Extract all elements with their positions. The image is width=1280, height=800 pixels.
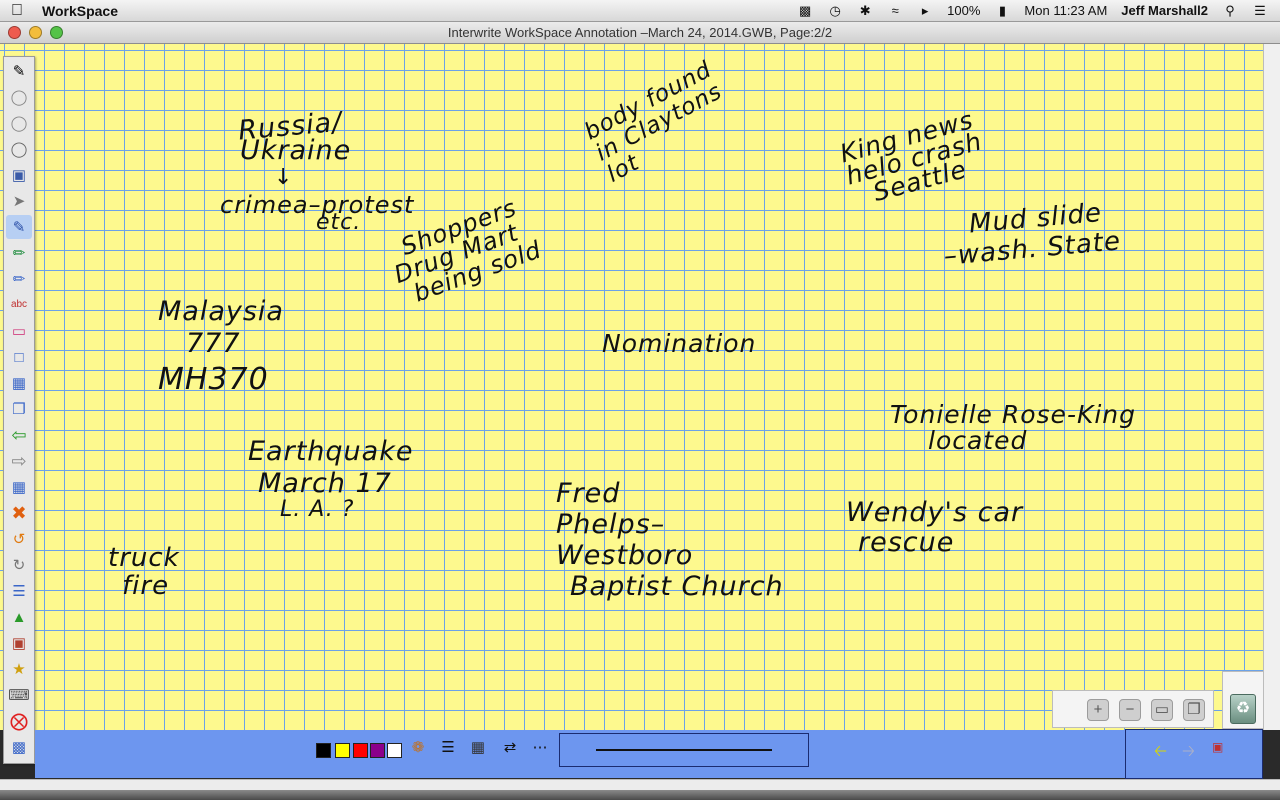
color-swatch-black[interactable] <box>316 743 331 758</box>
previous-page-arrow-icon[interactable]: 🡠 <box>1154 740 1167 767</box>
copy-page-icon[interactable]: ❐ <box>6 397 32 421</box>
user-name[interactable]: Jeff Marshall2 <box>1121 3 1208 18</box>
exit-icon[interactable]: ⨂ <box>6 709 32 733</box>
save-icon[interactable]: ▣ <box>6 163 32 187</box>
keyboard-icon[interactable]: ⌨ <box>6 683 32 707</box>
workspace-logo-icon[interactable]: ✎ <box>6 59 32 83</box>
redo-icon[interactable]: ↻ <box>6 553 32 577</box>
note-king-news: King news helo crash Seattle <box>836 104 986 208</box>
window-title: Interwrite WorkSpace Annotation –March 2… <box>447 25 833 40</box>
zoom-in-button[interactable]: + <box>1087 699 1109 721</box>
dock-strip <box>0 779 1280 800</box>
eraser-icon[interactable]: ▭ <box>6 319 32 343</box>
window-titlebar: Interwrite WorkSpace Annotation –March 2… <box>0 22 1280 44</box>
mouse-mode-icon[interactable]: ◯ <box>6 137 32 161</box>
line-style-icon[interactable]: ⇄ <box>499 738 521 760</box>
note-fred-phelps: Fred Phelps– Westboro Baptist Church <box>556 478 784 602</box>
page-nav-box: 🡠 🡢 ▣ <box>1125 729 1263 779</box>
color-swatch-purple[interactable] <box>370 743 385 758</box>
brush-icon[interactable]: ✏ <box>6 267 32 291</box>
zoom-out-button[interactable]: − <box>1119 699 1141 721</box>
recycle-bin-icon[interactable]: ♻ <box>1230 694 1256 724</box>
note-truck-fire: truck fire <box>108 543 180 601</box>
color-swatch-yellow[interactable] <box>335 743 350 758</box>
color-palette-icon[interactable]: ❁ <box>407 738 429 760</box>
color-swatch-white[interactable] <box>387 743 402 758</box>
time-machine-icon[interactable]: ◷ <box>827 3 843 19</box>
spotlight-icon[interactable]: ⚲ <box>1222 3 1238 19</box>
note-tonielle: Tonielle Rose-King located <box>890 400 1137 455</box>
page-up-icon[interactable]: ◯ <box>6 85 32 109</box>
line-width-icon[interactable]: ☰ <box>437 738 459 760</box>
app-name-menu[interactable]: WorkSpace <box>42 3 118 19</box>
apple-icon[interactable]:  <box>0 2 34 20</box>
blank-page-icon[interactable]: □ <box>6 345 32 369</box>
notification-icon[interactable]: ☰ <box>1252 3 1268 19</box>
wifi-icon[interactable]: ≈ <box>887 3 903 18</box>
spotlight-tool-icon[interactable]: ★ <box>6 657 32 681</box>
note-body-found: body found in Claytons lot <box>580 56 727 188</box>
app-icon[interactable]: ▩ <box>797 3 813 19</box>
dash-style-icon[interactable]: ⋯ <box>529 738 551 760</box>
next-page-arrow-icon[interactable]: 🡢 <box>1182 740 1195 767</box>
highlighter-icon[interactable]: ✏ <box>6 241 32 265</box>
note-wendys: Wendy's car rescue <box>846 497 1024 558</box>
ruler-icon[interactable]: ☰ <box>6 579 32 603</box>
page-down-icon[interactable]: ◯ <box>6 111 32 135</box>
page-thumbnail-icon[interactable]: ▣ <box>1212 740 1223 754</box>
menubar-clock[interactable]: Mon 11:23 AM <box>1024 3 1107 18</box>
menubar:  WorkSpace ▩ ◷ ✱ ≈ ▸ 100% ▮ Mon 11:23 A… <box>0 0 1280 22</box>
select-arrow-icon[interactable]: ➤ <box>6 189 32 213</box>
fit-page-button[interactable]: ▭ <box>1151 699 1173 721</box>
battery-percent[interactable]: 100% <box>947 3 980 18</box>
trash-panel: ♻ <box>1222 671 1264 729</box>
note-earthquake: Earthquake March 17 L. A. ? <box>248 436 414 522</box>
clear-page-icon[interactable]: ✖ <box>6 501 32 525</box>
text-recognition-icon[interactable]: abc <box>6 293 32 317</box>
transparency-icon[interactable]: ▦ <box>467 738 489 760</box>
note-mudslide: Mud slide –wash. State <box>942 197 1123 272</box>
window-mode-button[interactable]: ❐ <box>1183 699 1205 721</box>
grid-page-icon[interactable]: ▦ <box>6 371 32 395</box>
note-nomination: Nomination <box>602 329 757 358</box>
vertical-scrollbar[interactable] <box>1263 44 1280 730</box>
left-toolbar: ✎ ◯ ◯ ◯ ▣ ➤ ✎ ✏ ✏ abc ▭ □ ▦ ❐ ⇦ ⇨ ▦ ✖ ↺ … <box>3 56 35 764</box>
volume-icon[interactable]: ▸ <box>917 3 933 19</box>
status-area: ▩ ◷ ✱ ≈ ▸ 100% ▮ Mon 11:23 AM Jeff Marsh… <box>797 3 1280 19</box>
next-page-icon[interactable]: ⇨ <box>6 449 32 473</box>
note-malaysia: Malaysia 777 MH370 <box>158 296 284 397</box>
battery-icon[interactable]: ▮ <box>994 3 1010 19</box>
previous-page-icon[interactable]: ⇦ <box>6 423 32 447</box>
screen-capture-icon[interactable]: ▩ <box>6 735 32 759</box>
undo-icon[interactable]: ↺ <box>6 527 32 551</box>
zoom-panel: + − ▭ ❐ <box>1052 690 1214 728</box>
color-swatch-red[interactable] <box>353 743 368 758</box>
bluetooth-icon[interactable]: ✱ <box>857 3 873 19</box>
image-icon[interactable]: ▣ <box>6 631 32 655</box>
line-preview[interactable] <box>559 733 809 767</box>
annotation-canvas[interactable]: Russia/ Ukraine ↓ crimea–protest etc. bo… <box>0 44 1263 730</box>
pen-icon[interactable]: ✎ <box>6 215 32 239</box>
shapes-icon[interactable]: ▲ <box>6 605 32 629</box>
page-sorter-icon[interactable]: ▦ <box>6 475 32 499</box>
